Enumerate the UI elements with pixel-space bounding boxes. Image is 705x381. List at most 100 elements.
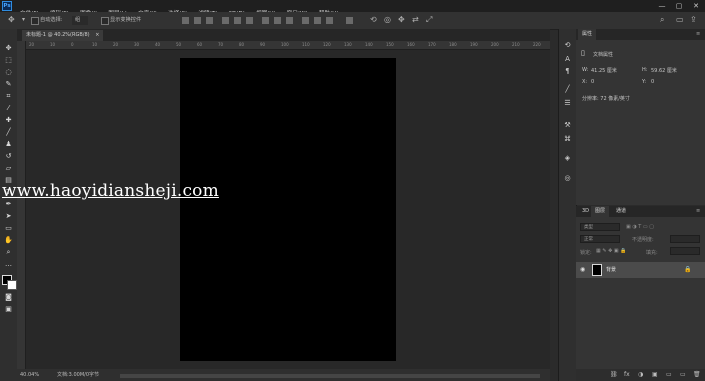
align-right-icon[interactable] [246,17,253,24]
hand-tool-icon[interactable]: ✋ [4,236,13,245]
lock-icons[interactable]: ▦ ✎ ✥ ▣ 🔒 [596,248,626,254]
new-adjustment-icon[interactable]: ▣ [652,371,658,379]
ruler-tick-label: 110 [302,42,310,47]
layer-name[interactable]: 背景 [606,262,616,278]
path-select-tool-icon[interactable]: ➤ [4,212,13,221]
link-layers-icon[interactable]: ⛓ [610,371,618,379]
x-value[interactable]: 0 [591,79,594,85]
auto-align-icon[interactable] [346,17,353,24]
3d-slide-icon[interactable]: ⇄ [412,15,419,25]
add-style-icon[interactable]: fx [624,371,630,379]
distribute-right-icon[interactable] [326,17,333,24]
ruler-tick-label: 40 [155,42,161,47]
opacity-field[interactable] [670,235,700,243]
distribute-vcenter-icon[interactable] [274,17,281,24]
character-panel-icon[interactable]: A [563,55,572,64]
ruler-tick-label: 20 [113,42,119,47]
quick-select-tool-icon[interactable]: ✎ [4,80,13,89]
share-icon[interactable]: ⇪ [690,15,697,25]
tab-layers[interactable]: 图层 [591,206,610,217]
align-vcenter-icon[interactable] [194,17,201,24]
layer-lock-icon[interactable]: 🔒 [684,265,691,275]
move-tool-icon[interactable]: ✥ [4,44,13,53]
adjustments-panel-icon[interactable]: ☰ [563,99,572,108]
align-top-icon[interactable] [182,17,189,24]
quick-mask-icon[interactable]: ◙ [4,293,13,302]
crop-tool-icon[interactable]: ⌗ [4,92,13,101]
lasso-tool-icon[interactable]: ◌ [4,68,13,77]
panel-menu-icon[interactable]: ≡ [692,206,704,217]
tool-presets-icon[interactable]: ⚒ [563,121,572,130]
tab-channels[interactable]: 通道 [612,206,630,217]
vertical-ruler[interactable] [17,41,26,369]
3d-panel-icon[interactable]: ◈ [563,154,572,163]
y-value[interactable]: 0 [651,79,654,85]
show-transform-checkbox[interactable] [101,17,109,25]
ruler-tick-label: 210 [512,42,520,47]
document-info[interactable]: 文档:3.00M/0字节 [57,369,99,381]
3d-pan-icon[interactable]: ✥ [398,15,405,25]
document-canvas[interactable] [180,58,396,361]
history-panel-icon[interactable]: ⟲ [563,41,572,50]
new-layer-icon[interactable]: ▭ [680,371,686,379]
background-color-swatch[interactable] [7,280,17,290]
document-tab-close-icon[interactable]: × [95,32,99,38]
brush-tool-icon[interactable]: ╱ [4,128,13,137]
3d-roll-icon[interactable]: ◎ [384,15,391,25]
eyedropper-tool-icon[interactable]: ⁄ [4,104,13,113]
filter-icons[interactable]: ▣ ◑ T ▭ ▢ [626,224,654,230]
brush-panel-icon[interactable]: ╱ [563,85,572,94]
align-bottom-icon[interactable] [206,17,213,24]
marquee-tool-icon[interactable]: ⬚ [4,56,13,65]
clone-source-icon[interactable]: ⌘ [563,135,572,144]
healing-brush-tool-icon[interactable]: ✚ [4,116,13,125]
dropdown-arrow-icon[interactable]: ▾ [22,15,25,25]
3d-scale-icon[interactable]: ⤢ [426,15,432,25]
shape-tool-icon[interactable]: ▭ [4,224,13,233]
horizontal-scrollbar[interactable] [120,374,540,378]
more-tools-icon[interactable]: … [4,260,13,269]
distribute-hcenter-icon[interactable] [314,17,321,24]
width-value[interactable]: 41.25 厘米 [591,67,617,74]
workspace-icon[interactable]: ▭ [676,15,684,25]
height-value[interactable]: 59.62 厘米 [651,67,677,74]
align-hcenter-icon[interactable] [234,17,241,24]
photoshop-logo-icon[interactable]: Ps [2,1,12,11]
paragraph-panel-icon[interactable]: ¶ [563,67,572,76]
navigator-panel-icon[interactable]: ◎ [563,174,572,183]
zoom-tool-icon[interactable]: ⌕ [4,248,13,257]
stamp-tool-icon[interactable]: ♟ [4,140,13,149]
fill-field[interactable] [670,247,700,255]
layer-row[interactable]: ◉ 背景 🔒 [576,262,705,278]
close-button[interactable]: ✕ [689,0,703,12]
screen-mode-icon[interactable]: ▣ [4,305,13,314]
delete-layer-icon[interactable]: 🗑 [693,371,701,379]
horizontal-ruler[interactable]: 20 10 0 10 20 30 40 50 60 70 80 90 100 110 120 130 140 15… [25,41,550,50]
maximize-button[interactable]: ▢ [672,0,686,12]
3d-rotate-icon[interactable]: ⟲ [370,15,377,25]
move-tool-icon[interactable]: ✥ [8,15,15,25]
new-group-icon[interactable]: ▭ [666,371,672,379]
visibility-eye-icon[interactable]: ◉ [580,266,585,274]
search-icon[interactable]: ⌕ [660,15,664,25]
distribute-top-icon[interactable] [262,17,269,24]
zoom-level[interactable]: 40.04% [20,369,39,381]
x-label: X: [582,79,588,85]
eraser-tool-icon[interactable]: ▱ [4,164,13,173]
ruler-tick-label: 180 [449,42,457,47]
panel-menu-icon[interactable]: ≡ [692,29,704,40]
pen-tool-icon[interactable]: ✒ [4,200,13,209]
distribute-bottom-icon[interactable] [286,17,293,24]
minimize-button[interactable]: — [655,0,669,12]
tab-properties[interactable]: 属性 [578,29,597,40]
blend-mode-dropdown[interactable]: 正常 [580,235,620,243]
distribute-left-icon[interactable] [302,17,309,24]
document-tab[interactable]: 未标题-1 @ 40.2%(RGB/8) × [22,30,104,41]
auto-select-checkbox[interactable] [31,17,39,25]
add-mask-icon[interactable]: ◑ [638,371,643,379]
layer-filter-kind[interactable]: 类型 [580,223,620,231]
align-left-icon[interactable] [222,17,229,24]
auto-select-dropdown[interactable]: 组 [72,16,89,25]
layer-thumbnail [592,264,602,276]
history-brush-tool-icon[interactable]: ↺ [4,152,13,161]
